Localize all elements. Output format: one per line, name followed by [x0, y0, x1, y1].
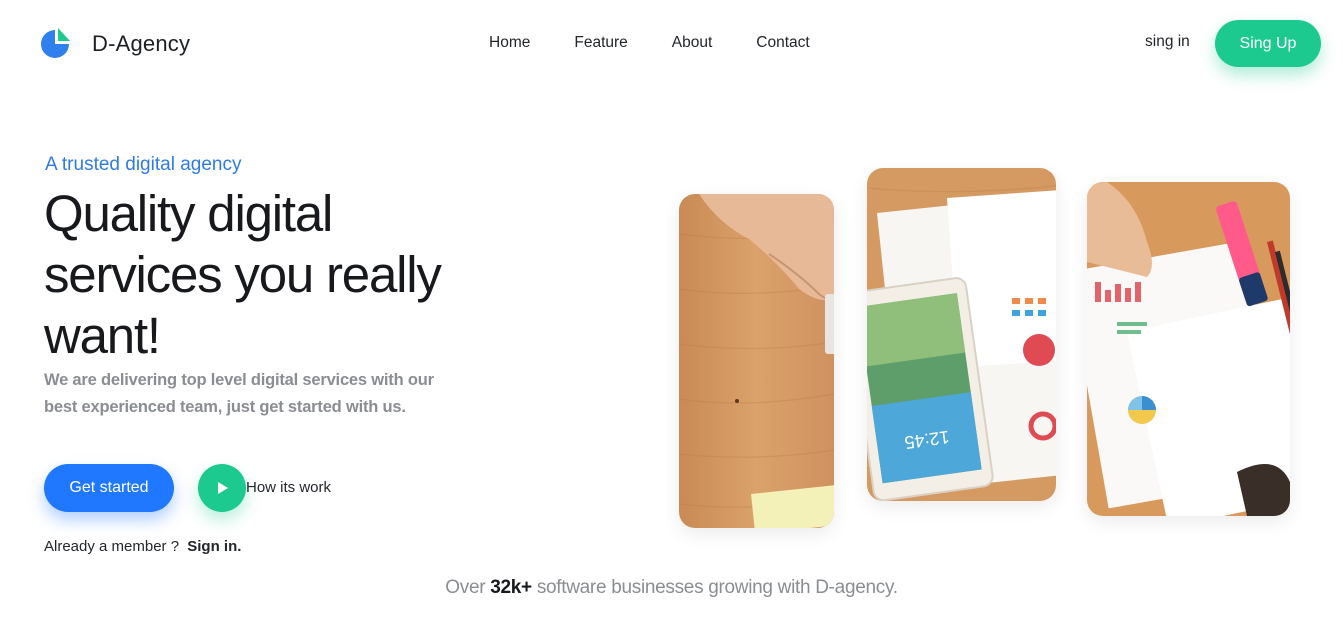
play-button[interactable]	[198, 464, 246, 512]
social-proof-suffix: software businesses growing with D-agenc…	[531, 577, 898, 598]
hero-image-tablet: 12:45	[867, 168, 1056, 501]
how-it-works-link[interactable]: How its work	[246, 479, 331, 496]
nav-about[interactable]: About	[672, 33, 713, 53]
hero-eyebrow: A trusted digital agency	[45, 154, 242, 175]
signup-button[interactable]: Sing Up	[1215, 20, 1321, 67]
social-proof-prefix: Over	[445, 577, 491, 598]
social-proof-line: Over 32k+ software businesses growing wi…	[0, 577, 1343, 599]
main-nav: Home Feature About Contact	[489, 33, 854, 53]
nav-feature[interactable]: Feature	[574, 33, 627, 53]
get-started-button[interactable]: Get started	[44, 464, 174, 512]
play-icon	[218, 482, 228, 494]
nav-home[interactable]: Home	[489, 33, 530, 53]
brand-name: D-Agency	[92, 31, 191, 56]
hero-image-desk	[679, 194, 834, 528]
member-text: Already a member ?	[44, 538, 180, 555]
signin-link[interactable]: sing in	[1145, 33, 1190, 51]
hero-image-charts	[1087, 182, 1290, 516]
logo-pie-icon	[41, 28, 70, 58]
nav-contact[interactable]: Contact	[756, 33, 809, 53]
hero-subtext: We are delivering top level digital serv…	[44, 371, 434, 416]
member-prompt: Already a member ? Sign in.	[44, 538, 241, 555]
social-proof-count: 32k+	[490, 577, 532, 598]
brand-logo[interactable]: D-Agency	[39, 27, 190, 61]
member-signin-link[interactable]: Sign in.	[187, 538, 241, 555]
hero-headline: Quality digital services you really want…	[44, 185, 442, 364]
